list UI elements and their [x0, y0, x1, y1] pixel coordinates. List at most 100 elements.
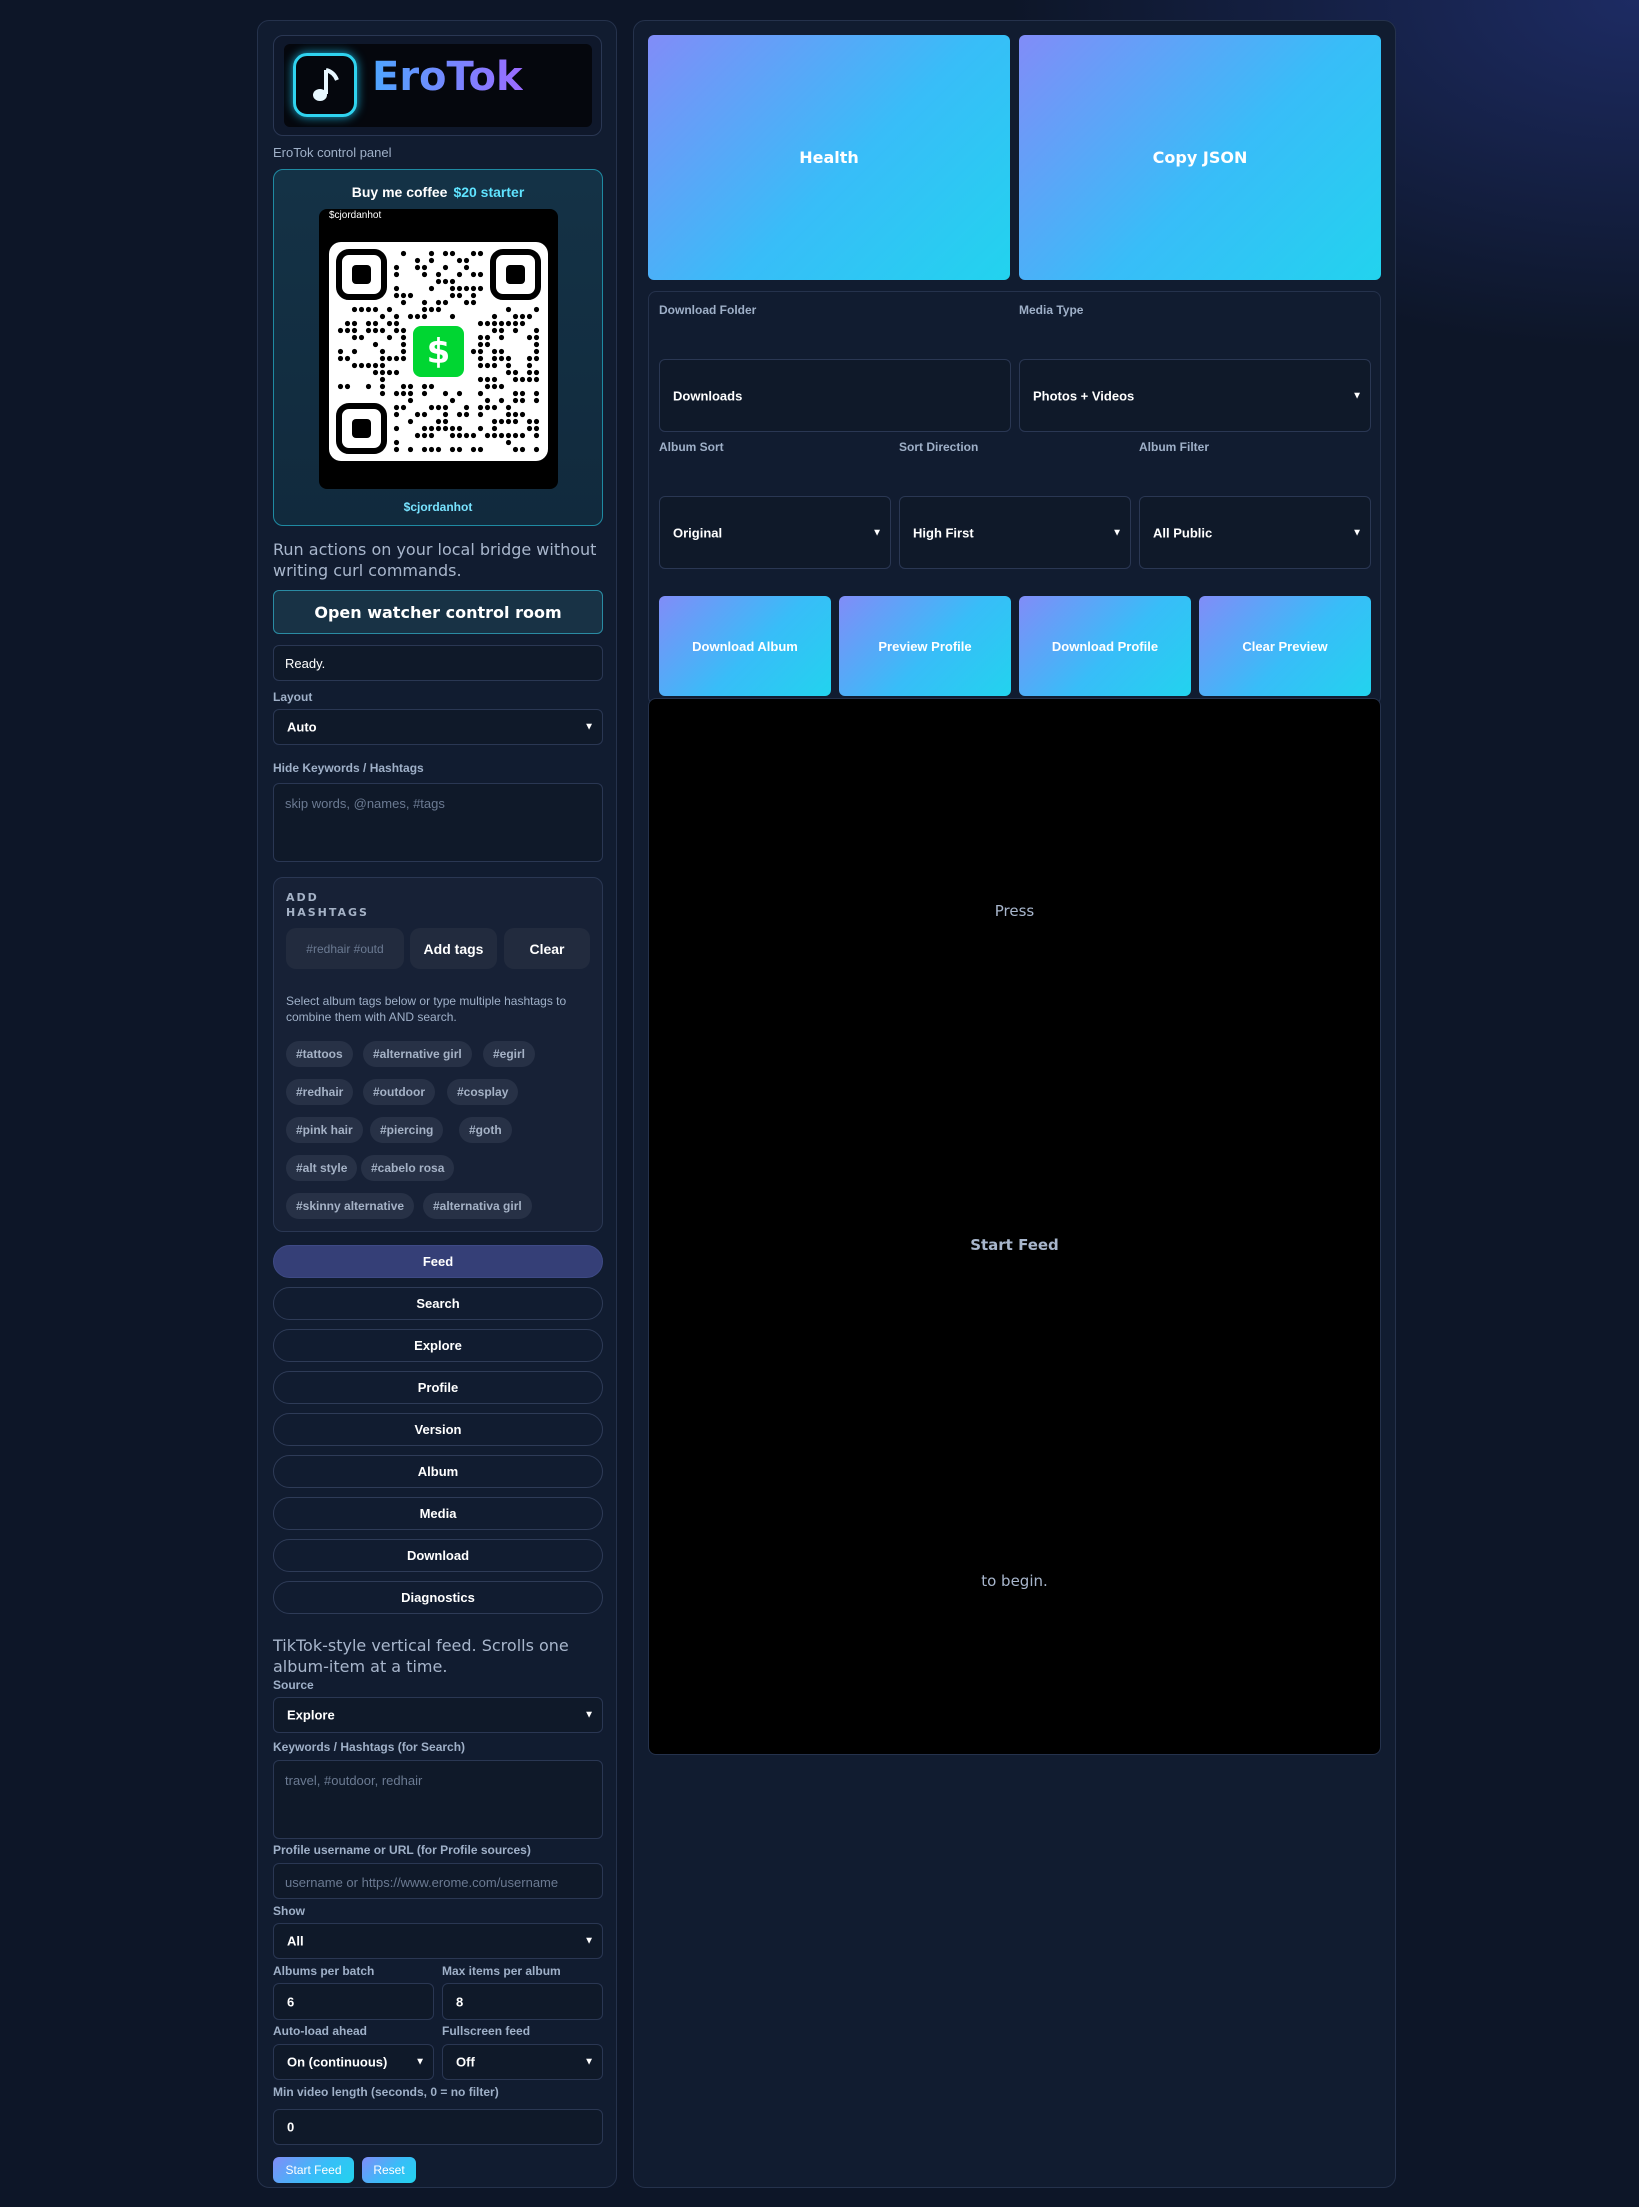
min-length-input[interactable]: 0 [273, 2109, 603, 2145]
add-tags-button[interactable]: Add tags [410, 928, 497, 969]
min-length-label: Min video length (seconds, 0 = no filter… [273, 2085, 499, 2099]
download-folder-input[interactable]: Downloads [659, 359, 1011, 432]
nav-profile[interactable]: Profile [273, 1371, 603, 1404]
coffee-handle: $cjordanhot [403, 500, 473, 514]
media-type-value: Photos + Videos [1033, 388, 1135, 403]
autoload-value: On (continuous) [287, 2054, 388, 2070]
download-profile-button[interactable]: Download Profile [1019, 596, 1191, 696]
chevron-down-icon: ▼ [1112, 527, 1122, 538]
open-watcher-button[interactable]: Open watcher control room [273, 590, 603, 634]
tag-chip[interactable]: #alt style [286, 1155, 358, 1181]
sort-direction-select[interactable]: High First ▼ [899, 496, 1131, 569]
chevron-down-icon: ▼ [584, 1709, 594, 1721]
nav-media[interactable]: Media [273, 1497, 603, 1530]
fullscreen-label: Fullscreen feed [442, 2024, 531, 2038]
album-filter-value: All Public [1153, 525, 1213, 540]
chevron-down-icon: ▼ [584, 2056, 594, 2068]
tag-chip[interactable]: #piercing [370, 1117, 444, 1143]
control-sidebar: EroTok EroTok control panel Buy me coffe… [257, 20, 617, 2188]
source-select[interactable]: Explore ▼ [273, 1697, 603, 1733]
download-folder-label: Download Folder [659, 303, 757, 317]
qr-code: $ [329, 242, 548, 461]
album-sort-select[interactable]: Original ▼ [659, 496, 891, 569]
clear-preview-button[interactable]: Clear Preview [1199, 596, 1371, 696]
tag-chip[interactable]: #redhair [286, 1079, 354, 1105]
intro-text: Run actions on your local bridge without… [273, 540, 597, 580]
tag-chip[interactable]: #skinny alternative [286, 1193, 415, 1219]
max-items-input[interactable]: 8 [442, 1983, 603, 2020]
hide-keywords-label: Hide Keywords / Hashtags [273, 761, 424, 775]
logo-text: EroTok [372, 54, 523, 100]
hashtag-input[interactable]: #redhair #outd [286, 928, 404, 969]
logo-card: EroTok [273, 35, 602, 136]
nav-album[interactable]: Album [273, 1455, 603, 1488]
add-hashtags-box: ADD HASHTAGS #redhair #outd Add tags Cle… [273, 877, 603, 1232]
tag-chip[interactable]: #alternativa girl [423, 1193, 532, 1219]
panel-subtitle: EroTok control panel [273, 145, 392, 160]
tag-chip[interactable]: #cosplay [447, 1079, 519, 1105]
qr-handle: $cjordanhot [329, 210, 382, 221]
profile-placeholder: username or https://www.erome.com/userna… [285, 1875, 559, 1890]
fullscreen-value: Off [456, 2054, 475, 2070]
layout-label: Layout [273, 690, 313, 704]
min-length-value: 0 [287, 2119, 295, 2135]
fullscreen-select[interactable]: Off ▼ [442, 2044, 603, 2080]
albums-value: 6 [287, 1994, 295, 2009]
tag-chip[interactable]: #pink hair [286, 1117, 363, 1143]
start-feed-button[interactable]: Start Feed [273, 2157, 354, 2183]
reset-button[interactable]: Reset [362, 2157, 416, 2183]
feed-description: TikTok-style vertical feed. Scrolls one … [273, 1636, 569, 1676]
music-note-icon [293, 53, 357, 117]
tag-chip[interactable]: #goth [459, 1117, 512, 1143]
sort-direction-label: Sort Direction [899, 440, 979, 454]
tag-chip[interactable]: #egirl [483, 1041, 536, 1067]
health-button[interactable]: Health [648, 35, 1010, 280]
layout-value: Auto [287, 719, 317, 735]
download-folder-value: Downloads [673, 388, 743, 403]
nav-diagnostics[interactable]: Diagnostics [273, 1581, 603, 1614]
nav-search[interactable]: Search [273, 1287, 603, 1320]
nav-version[interactable]: Version [273, 1413, 603, 1446]
preview-profile-button[interactable]: Preview Profile [839, 596, 1011, 696]
source-value: Explore [287, 1707, 335, 1723]
layout-select[interactable]: Auto ▼ [273, 709, 603, 745]
chevron-down-icon: ▼ [1352, 527, 1362, 538]
keywords-label: Keywords / Hashtags (for Search) [273, 1740, 466, 1754]
nav-download[interactable]: Download [273, 1539, 603, 1572]
autoload-select[interactable]: On (continuous) ▼ [273, 2044, 434, 2080]
keywords-input[interactable]: travel, #outdoor, redhair [273, 1760, 603, 1839]
profile-input[interactable]: username or https://www.erome.com/userna… [273, 1863, 603, 1899]
hide-keywords-placeholder: skip words, @names, #tags [285, 796, 445, 811]
tag-chip[interactable]: #alternative girl [363, 1041, 472, 1067]
tag-chip[interactable]: #tattoos [286, 1041, 353, 1067]
main-panel: Health Copy JSON Download Folder Downloa… [633, 20, 1396, 2188]
media-type-select[interactable]: Photos + Videos ▼ [1019, 359, 1371, 432]
cashapp-dollar-icon: $ [409, 322, 468, 381]
album-sort-value: Original [673, 525, 723, 540]
show-select[interactable]: All ▼ [273, 1923, 603, 1959]
download-album-button[interactable]: Download Album [659, 596, 831, 696]
albums-input[interactable]: 6 [273, 1983, 434, 2020]
copy-json-button[interactable]: Copy JSON [1019, 35, 1381, 280]
chevron-down-icon: ▼ [415, 2056, 425, 2068]
nav-explore[interactable]: Explore [273, 1329, 603, 1362]
nav-feed[interactable]: Feed [273, 1245, 603, 1278]
max-items-value: 8 [456, 1994, 464, 2009]
cashapp-qr[interactable]: $cjordanhot $ [319, 209, 558, 489]
add-hashtags-title: ADD HASHTAGS [286, 890, 369, 920]
source-label: Source [273, 1678, 314, 1692]
status-box: Ready. [273, 645, 603, 681]
logo-banner: EroTok [284, 44, 592, 127]
album-filter-select[interactable]: All Public ▼ [1139, 496, 1371, 569]
coffee-title-text: Buy me coffee [351, 184, 448, 200]
album-sort-label: Album Sort [659, 440, 724, 454]
sort-direction-value: High First [913, 525, 974, 540]
feed-preview[interactable]: Press Start Feed to begin. [648, 698, 1381, 1755]
clear-tags-button[interactable]: Clear [504, 928, 590, 969]
show-label: Show [273, 1904, 305, 1918]
preview-text-begin: to begin. [981, 1572, 1048, 1590]
chevron-down-icon: ▼ [872, 527, 882, 538]
hide-keywords-input[interactable]: skip words, @names, #tags [273, 783, 603, 862]
tag-chip[interactable]: #outdoor [363, 1079, 435, 1105]
tag-chip[interactable]: #cabelo rosa [361, 1155, 455, 1181]
